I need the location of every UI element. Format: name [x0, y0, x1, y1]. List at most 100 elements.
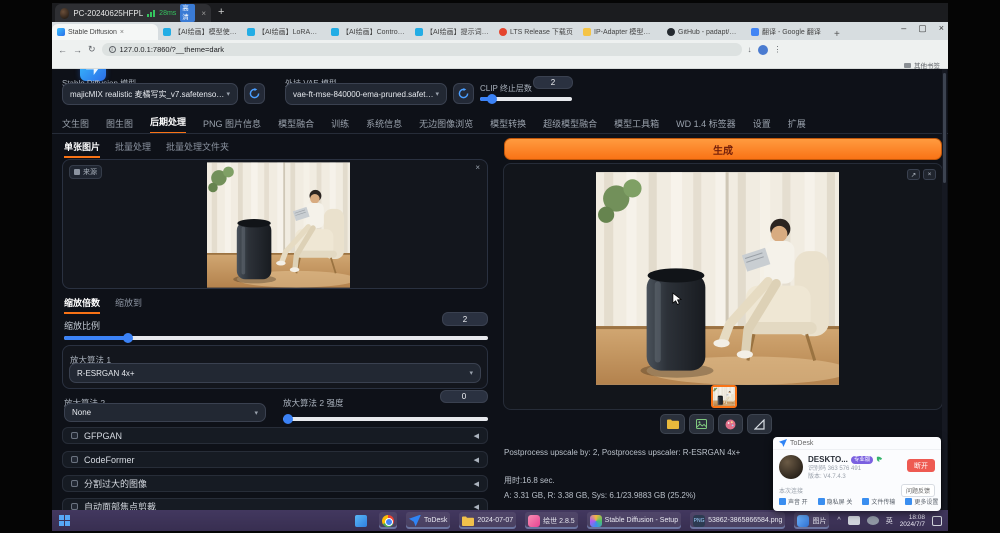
expand-result-button[interactable]: ↗ — [907, 169, 920, 180]
tab-settings[interactable]: 设置 — [753, 117, 771, 134]
browser-tab[interactable]: 【AI绘画】LoRA模型训练_哔哩哔哩 — [242, 24, 326, 40]
accordion-auto-face-crop[interactable]: 自动面部焦点剪裁 ◀ — [62, 498, 488, 510]
back-icon[interactable]: ← — [58, 45, 67, 55]
upscaler2-strength-slider[interactable] — [283, 417, 488, 421]
phone-icon[interactable] — [876, 456, 883, 463]
forward-icon[interactable]: → — [73, 45, 82, 55]
sd-model-dropdown[interactable]: majicMIX realistic 麦橘写实_v7.safetensors [… — [62, 83, 238, 105]
taskbar-launcher[interactable]: 绘世 2.8.5 — [525, 512, 578, 529]
taskbar-pictures[interactable]: 图片 — [794, 512, 829, 529]
page-scrollbar[interactable] — [942, 69, 947, 510]
collapse-arrow-icon[interactable]: ◀ — [474, 456, 479, 464]
clip-skip-value[interactable]: 2 — [533, 76, 573, 89]
scrollbar-thumb[interactable] — [943, 73, 946, 183]
minimize-button[interactable]: – — [901, 23, 906, 34]
browser-tab[interactable]: 翻译 - Google 翻译 — [746, 24, 830, 40]
clip-skip-slider[interactable] — [480, 97, 572, 101]
maximize-button[interactable]: ▢ — [918, 23, 927, 34]
checkbox-icon[interactable] — [71, 480, 78, 487]
tab-infinite-browser[interactable]: 无边图像浏览 — [419, 117, 473, 134]
resize-tool-button[interactable] — [747, 414, 772, 434]
language-indicator[interactable]: 英 — [886, 516, 893, 526]
result-image[interactable] — [596, 172, 839, 385]
clock[interactable]: 18:08 2024/7/7 — [900, 514, 925, 528]
upscaler1-dropdown[interactable]: R-ESRGAN 4x+ ▾ — [69, 363, 481, 383]
accordion-split-oversized[interactable]: 分割过大的图像 ◀ — [62, 475, 488, 492]
profile-avatar[interactable] — [758, 45, 768, 55]
browser-tab-active[interactable]: Stable Diffusion × — [52, 24, 158, 40]
tab-extras[interactable]: 后期处理 — [150, 115, 186, 134]
tab-super-merger[interactable]: 超级模型融合 — [543, 117, 597, 134]
upscaler2-dropdown[interactable]: None ▾ — [64, 403, 266, 422]
tab-checkpoint-merger[interactable]: 模型融合 — [278, 117, 314, 134]
new-session-button[interactable]: + — [218, 6, 224, 18]
tab-scale-to[interactable]: 缩放到 — [115, 296, 142, 314]
task-view-button[interactable] — [352, 512, 370, 529]
address-bar[interactable]: i 127.0.0.1:7860/?__theme=dark — [102, 43, 742, 56]
refresh-vae-button[interactable] — [453, 83, 474, 104]
site-info-icon[interactable]: i — [109, 46, 116, 53]
tab-model-converter[interactable]: 模型转换 — [490, 117, 526, 134]
vae-dropdown[interactable]: vae-ft-mse-840000-ema-pruned.safetensors… — [285, 83, 447, 105]
close-session-icon[interactable]: × — [201, 9, 206, 18]
tab-model-toolkit[interactable]: 模型工具箱 — [614, 117, 659, 134]
clear-image-icon[interactable]: × — [475, 163, 480, 172]
scale-ratio-value[interactable]: 2 — [442, 312, 488, 326]
upscaler2-strength-value[interactable]: 0 — [440, 390, 488, 403]
tray-app-icon[interactable] — [867, 516, 879, 525]
collapse-arrow-icon[interactable]: ◀ — [474, 503, 479, 511]
generate-button[interactable]: 生成 — [504, 138, 942, 160]
taskbar-chrome[interactable] — [379, 512, 397, 529]
browser-tab[interactable]: IP-Adapter 模型下载 — [578, 24, 662, 40]
download-icon[interactable]: ↓ — [748, 45, 752, 54]
tab-train[interactable]: 训练 — [331, 117, 349, 134]
tab-scale-by[interactable]: 缩放倍数 — [64, 296, 100, 314]
source-image[interactable] — [207, 162, 350, 288]
taskbar-sd-setup[interactable]: Stable Diffusion - Setup — [587, 512, 681, 529]
tray-expand-icon[interactable]: ^ — [837, 517, 840, 524]
browser-tab[interactable]: GitHub - padapt/Studio — [662, 24, 746, 40]
accordion-codeformer[interactable]: CodeFormer ◀ — [62, 451, 488, 468]
checkbox-icon[interactable] — [71, 456, 78, 463]
slider-handle[interactable] — [283, 414, 293, 424]
privacy-screen-toggle[interactable]: 隐私屏 关 — [818, 497, 853, 506]
subtab-single-image[interactable]: 单张图片 — [64, 140, 100, 158]
gallery-thumbnail[interactable] — [711, 385, 737, 408]
source-image-dropzone[interactable]: 来源 × — [62, 159, 488, 289]
tab-system-info[interactable]: 系统信息 — [366, 117, 402, 134]
tab-png-info[interactable]: PNG 图片信息 — [203, 117, 261, 134]
todesk-session-panel[interactable]: ToDesk DESKTO... 专业版 识别码 363 576 491 版本:… — [773, 437, 941, 511]
subtab-batch-folder[interactable]: 批量处理文件夹 — [166, 140, 229, 158]
tray-app-icon[interactable] — [848, 516, 860, 525]
feedback-button[interactable]: 问题反馈 — [901, 484, 935, 497]
close-result-button[interactable]: × — [923, 169, 936, 180]
open-folder-button[interactable] — [660, 414, 685, 434]
accordion-gfpgan[interactable]: GFPGAN ◀ — [62, 427, 488, 444]
subtab-batch-process[interactable]: 批量处理 — [115, 140, 151, 158]
notification-center-icon[interactable] — [932, 516, 942, 526]
save-image-button[interactable] — [689, 414, 714, 434]
tab-img2img[interactable]: 图生图 — [106, 117, 133, 134]
taskbar-folder[interactable]: 2024-07-07 — [459, 512, 516, 529]
audio-toggle[interactable]: 声音 开 — [779, 497, 808, 506]
tab-wd14-tagger[interactable]: WD 1.4 标签器 — [676, 117, 736, 134]
checkbox-icon[interactable] — [71, 503, 78, 510]
reload-icon[interactable]: ↻ — [88, 44, 96, 55]
browser-tab[interactable]: 【AI绘画】ControlNet教程_哔哩哔哩 — [326, 24, 410, 40]
menu-icon[interactable]: ⋮ — [774, 45, 782, 54]
collapse-arrow-icon[interactable]: ◀ — [474, 480, 479, 488]
browser-tab[interactable]: 【AI绘画】提示词入门_哔哩哔哩 — [410, 24, 494, 40]
tab-close-icon[interactable]: × — [120, 29, 124, 36]
tab-txt2img[interactable]: 文生图 — [62, 117, 89, 134]
quality-badge[interactable]: 高清 — [180, 4, 195, 22]
collapse-arrow-icon[interactable]: ◀ — [474, 432, 479, 440]
tab-extensions[interactable]: 扩展 — [788, 117, 806, 134]
start-button[interactable] — [59, 515, 70, 526]
more-settings-button[interactable]: 更多设置 — [905, 497, 938, 506]
taskbar-png-file[interactable]: PNG 53862-3865866584.png — [690, 512, 785, 529]
slider-handle[interactable] — [123, 333, 133, 343]
checkbox-icon[interactable] — [71, 432, 78, 439]
new-tab-button[interactable]: + — [830, 29, 844, 40]
close-button[interactable]: × — [939, 23, 944, 34]
refresh-model-button[interactable] — [244, 83, 265, 104]
